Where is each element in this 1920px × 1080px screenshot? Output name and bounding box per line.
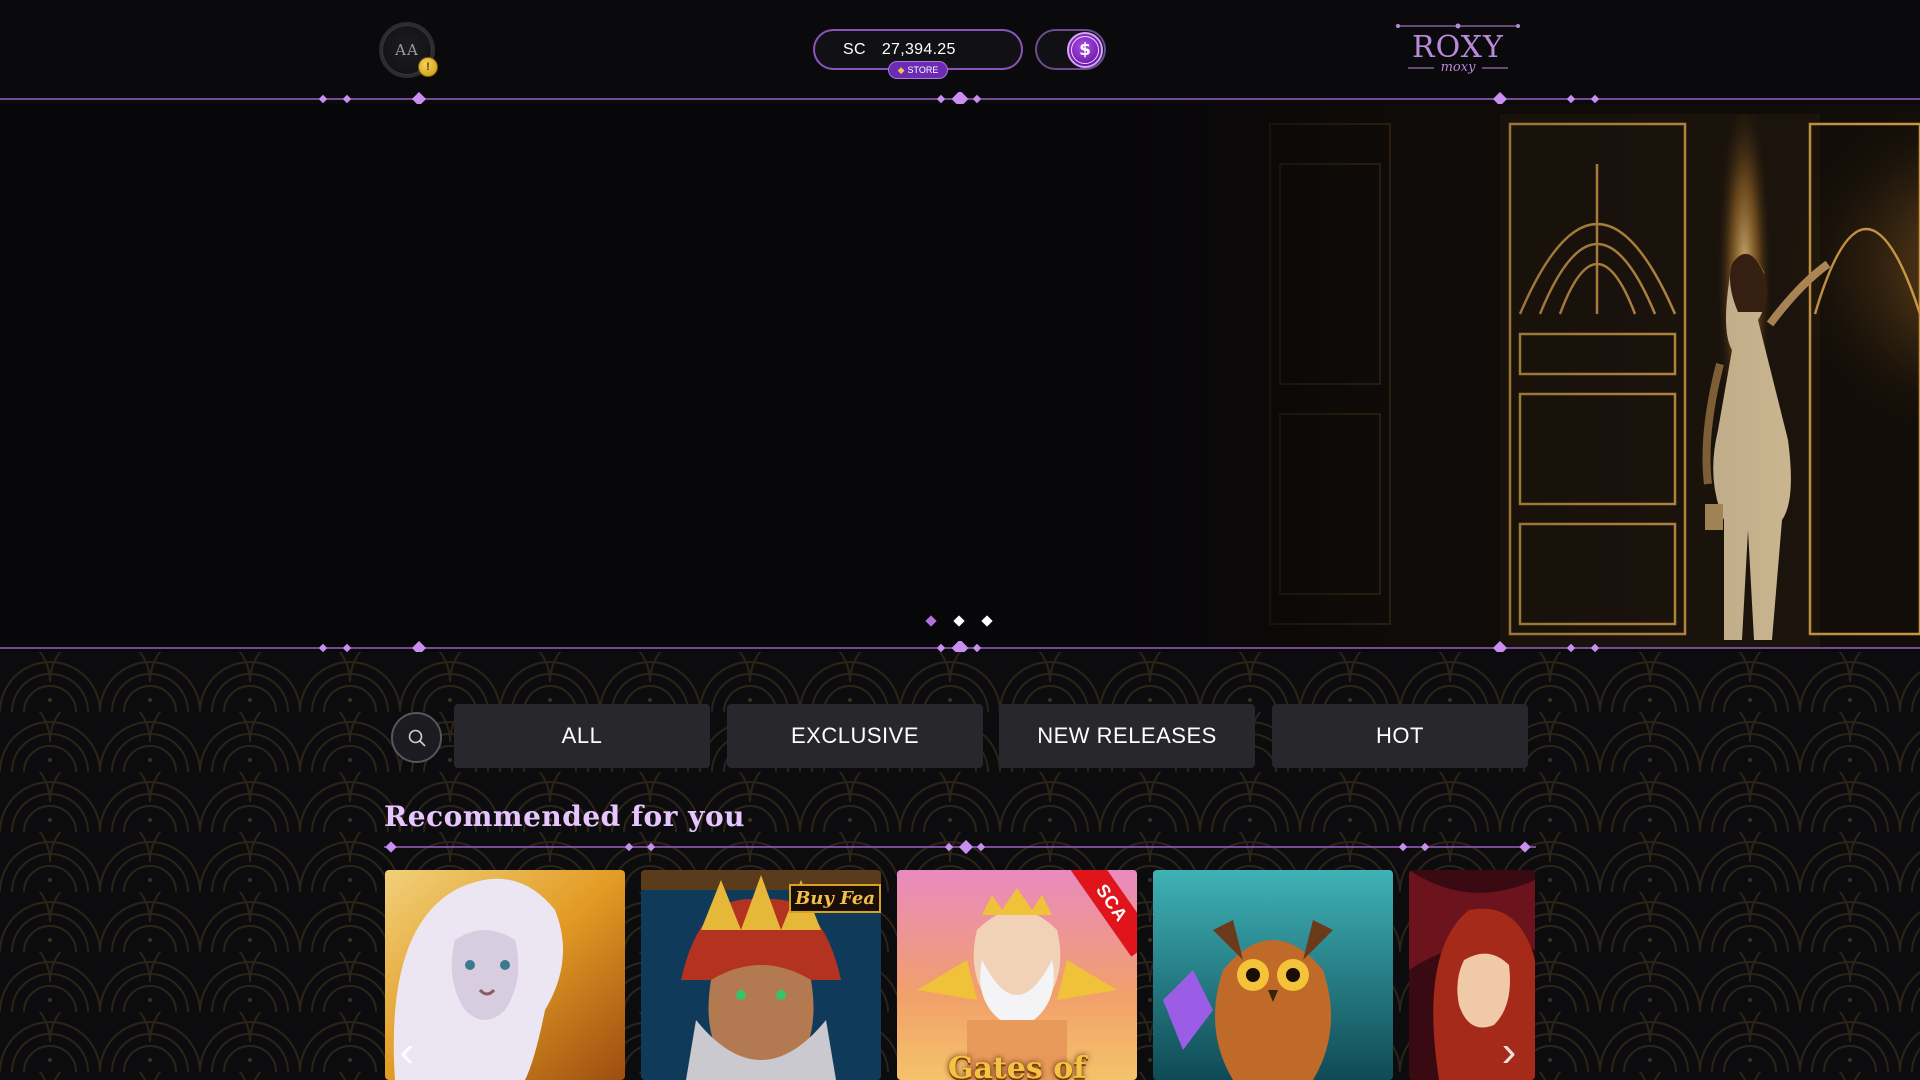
tab-all[interactable]: ALL: [454, 704, 710, 768]
avatar-initials: AA: [395, 41, 419, 59]
hero-pagination: [924, 613, 994, 629]
section-divider: [384, 840, 1536, 855]
user-avatar[interactable]: AA !: [379, 22, 438, 78]
search-icon: [408, 729, 426, 747]
hero-banner[interactable]: [0, 104, 1920, 648]
game-card-zeus[interactable]: SCA Gates of: [897, 870, 1137, 1080]
slide-dot[interactable]: [925, 615, 937, 627]
chevron-left-icon: ‹: [399, 1027, 415, 1076]
carousel-prev-button[interactable]: ‹: [392, 1027, 422, 1076]
top-header: AA ! SC 27,394.25 ◆ STORE $ ROXY moxy: [0, 0, 1920, 100]
store-button[interactable]: ◆ STORE: [888, 61, 948, 79]
balance-currency: SC: [843, 40, 866, 58]
tab-new-releases[interactable]: NEW RELEASES: [999, 704, 1255, 768]
game-card-tribal-elder[interactable]: Buy Fea: [641, 870, 881, 1080]
sweeps-coin-icon: $: [1067, 32, 1103, 68]
coin-symbol: $: [1071, 36, 1099, 64]
balance-amount: 27,394.25: [881, 40, 956, 58]
game-card-owl[interactable]: [1153, 870, 1393, 1080]
search-button[interactable]: [391, 712, 442, 763]
chevron-right-icon: ›: [1501, 1027, 1517, 1076]
logo-sub-text: moxy: [1440, 60, 1476, 75]
currency-toggle[interactable]: $: [1035, 29, 1106, 70]
notification-badge: !: [418, 57, 438, 77]
roxy-moxy-logo[interactable]: ROXY moxy: [1394, 20, 1522, 78]
tab-exclusive[interactable]: EXCLUSIVE: [727, 704, 983, 768]
hero-image: [1120, 104, 1920, 648]
section-title: Recommended for you: [384, 800, 745, 833]
tab-hot[interactable]: HOT: [1272, 704, 1528, 768]
slide-dot[interactable]: [981, 615, 993, 627]
tag-icon: ◆: [897, 64, 905, 75]
slide-dot-active[interactable]: [953, 615, 965, 627]
game-art-owl: [1153, 870, 1393, 1080]
store-label: STORE: [907, 65, 939, 75]
game-title-art: Gates of: [947, 1051, 1087, 1080]
carousel-next-button[interactable]: ›: [1494, 1027, 1524, 1076]
game-badge-buy-feature: Buy Fea: [789, 884, 881, 913]
